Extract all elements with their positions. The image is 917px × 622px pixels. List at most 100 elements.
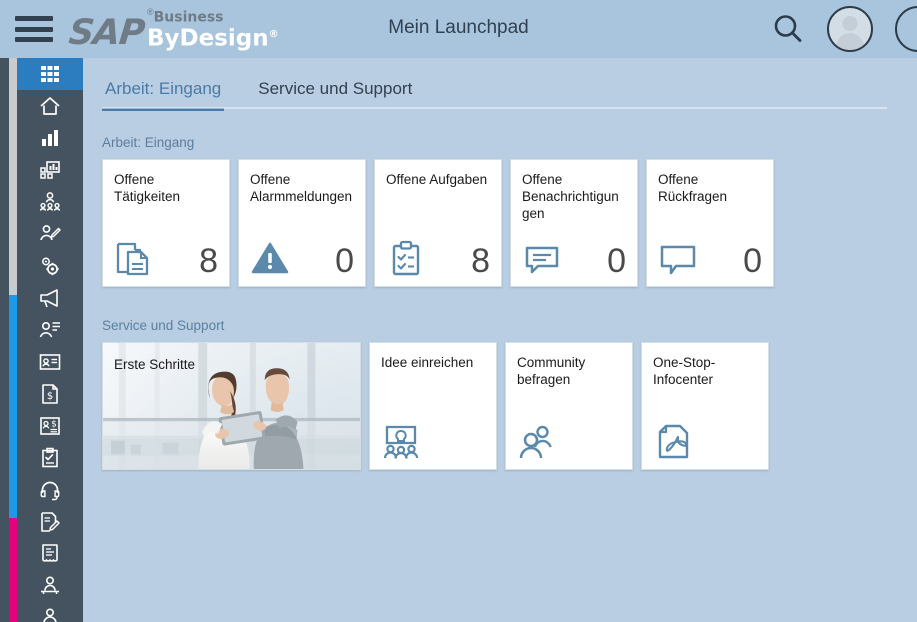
sidebar-item-marketing[interactable] — [17, 282, 83, 314]
sidebar-item-personnel-admin[interactable] — [17, 218, 83, 250]
tile-count: 8 — [471, 244, 490, 278]
person-list-icon — [38, 318, 62, 342]
tile-title: Offene Alarmmeldungen — [250, 171, 354, 205]
app-header: SAP ®Business ByDesign® Mein Launchpad — [0, 0, 917, 58]
tile-offene-aufgaben[interactable]: Offene Aufgaben 8 — [374, 159, 502, 287]
sidebar-item-employee[interactable] — [17, 570, 83, 602]
tab-bar: Arbeit: Eingang Service und Support — [83, 58, 917, 109]
tile-title: Offene Rückfragen — [658, 171, 762, 205]
tile-footer: 8 — [114, 238, 218, 278]
tile-idee-einreichen[interactable]: Idee einreichen — [369, 342, 497, 470]
document-edit-icon — [38, 510, 62, 534]
sidebar-item-contacts[interactable] — [17, 314, 83, 346]
sidebar: $ $ — [0, 58, 83, 622]
tile-count: 0 — [335, 244, 354, 278]
speech-bubble-lines-icon — [522, 238, 562, 278]
sidebar-item-edit-document[interactable] — [17, 506, 83, 538]
chart-report-icon — [38, 158, 62, 182]
avatar-silhouette — [829, 8, 871, 50]
section-title: Arbeit: Eingang — [102, 135, 917, 150]
help-circle-icon[interactable] — [895, 6, 915, 52]
sidebar-item-receipt[interactable] — [17, 538, 83, 570]
tile-erste-schritte[interactable]: Erste Schritte — [102, 342, 361, 470]
sidebar-item-home-launchpad[interactable] — [17, 58, 83, 90]
tile-offene-benachrichtigungen[interactable]: Offene Benachrichtigungen 0 — [510, 159, 638, 287]
header-actions — [771, 0, 917, 58]
hamburger-menu-icon[interactable] — [15, 16, 53, 42]
tile-title: One-Stop-Infocenter — [653, 354, 757, 388]
rail-segment-blue — [9, 295, 17, 518]
tile-count: 0 — [743, 244, 762, 278]
tile-offene-rueckfragen[interactable]: Offene Rückfragen 0 — [646, 159, 774, 287]
clipboard-check-icon — [386, 238, 426, 278]
tile-one-stop-infocenter[interactable]: One-Stop-Infocenter — [641, 342, 769, 470]
tile-footer: 8 — [386, 238, 490, 278]
content-area: Arbeit: Eingang Service und Support Arbe… — [83, 58, 917, 622]
sidebar-item-home[interactable] — [17, 90, 83, 122]
megaphone-icon — [38, 286, 62, 310]
warning-triangle-icon — [250, 238, 290, 278]
idea-people-icon — [381, 421, 421, 461]
tile-footer: 0 — [522, 238, 626, 278]
sidebar-item-configuration[interactable] — [17, 250, 83, 282]
sidebar-item-tasks[interactable] — [17, 442, 83, 474]
bar-chart-icon — [38, 126, 62, 150]
tile-offene-taetigkeiten[interactable]: Offene Tätigkeiten 8 — [102, 159, 230, 287]
logo-product-text: ®Business ByDesign® — [147, 8, 279, 51]
tab-service-und-support[interactable]: Service und Support — [255, 58, 415, 108]
svg-text:$: $ — [51, 420, 57, 430]
tile-community-befragen[interactable]: Community befragen — [505, 342, 633, 470]
sidebar-item-service[interactable] — [17, 474, 83, 506]
sidebar-item-payroll[interactable]: $ — [17, 410, 83, 442]
section-title: Service und Support — [102, 318, 917, 333]
sidebar-item-reports[interactable] — [17, 154, 83, 186]
sidebar-nav-list: $ $ — [17, 58, 83, 622]
documents-copy-icon — [114, 238, 154, 278]
rail-segment-magenta — [9, 518, 17, 622]
clipboard-check-icon — [38, 446, 62, 470]
id-card-currency-icon: $ — [38, 414, 62, 438]
section-service-und-support: Service und Support — [83, 318, 917, 470]
tile-footer — [381, 421, 485, 461]
headset-icon — [38, 478, 62, 502]
sap-business-bydesign-logo[interactable]: SAP ®Business ByDesign® — [69, 8, 279, 51]
grid-tiles-icon — [39, 63, 61, 85]
rail-segment-gray — [9, 58, 17, 295]
user-avatar-icon[interactable] — [827, 6, 873, 52]
tile-footer: 0 — [658, 238, 762, 278]
logo-business-text: Business — [154, 9, 224, 25]
person-icon — [38, 606, 62, 622]
tile-title: Community befragen — [517, 354, 621, 388]
id-card-icon — [38, 350, 62, 374]
tile-offene-alarmmeldungen[interactable]: Offene Alarmmeldungen 0 — [238, 159, 366, 287]
tile-row: Offene Tätigkeiten 8 — [102, 159, 917, 287]
tile-count: 8 — [199, 244, 218, 278]
tile-row: Erste Schritte Idee einreichen — [102, 342, 917, 470]
sidebar-item-extra[interactable] — [17, 602, 83, 622]
pdf-document-icon — [653, 421, 693, 461]
sidebar-item-business-card[interactable] — [17, 346, 83, 378]
receipt-icon — [38, 542, 62, 566]
hamburger-bar — [15, 27, 53, 32]
logo-sap-text: SAP — [67, 16, 146, 50]
tab-arbeit-eingang[interactable]: Arbeit: Eingang — [102, 58, 224, 111]
house-icon — [38, 94, 62, 118]
tile-footer — [653, 421, 757, 461]
sidebar-item-organization[interactable] — [17, 186, 83, 218]
sidebar-item-invoice[interactable]: $ — [17, 378, 83, 410]
search-icon[interactable] — [771, 12, 805, 46]
sidebar-item-analytics[interactable] — [17, 122, 83, 154]
tile-footer — [517, 421, 621, 461]
tile-title: Idee einreichen — [381, 354, 485, 371]
tile-title: Offene Aufgaben — [386, 171, 490, 188]
svg-text:$: $ — [47, 391, 53, 402]
sidebar-color-rail — [9, 58, 17, 622]
document-currency-icon: $ — [38, 382, 62, 406]
people-group-icon — [38, 190, 62, 214]
launchpad-app: SAP ®Business ByDesign® Mein Launchpad — [0, 0, 917, 622]
two-people-icon — [517, 421, 557, 461]
logo-registered-mark: ® — [147, 7, 154, 17]
tab-bar-underline — [102, 107, 887, 109]
speech-bubble-icon — [658, 238, 698, 278]
person-desk-icon — [38, 574, 62, 598]
